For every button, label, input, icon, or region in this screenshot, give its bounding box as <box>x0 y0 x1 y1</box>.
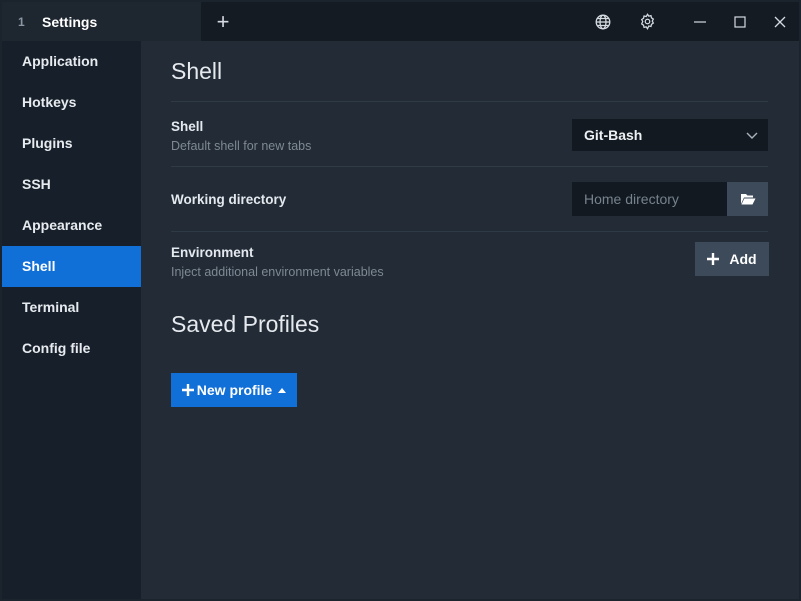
sidebar-item-config-file[interactable]: Config file <box>2 328 141 369</box>
shell-label: Shell <box>171 119 204 134</box>
shell-select[interactable]: Git-Bash <box>572 119 768 151</box>
shell-select-value: Git-Bash <box>584 127 643 143</box>
page-title: Shell <box>171 58 223 84</box>
new-profile-label: New profile <box>196 382 273 398</box>
maximize-icon <box>734 15 746 28</box>
sidebar-item-terminal[interactable]: Terminal <box>2 287 141 328</box>
close-icon <box>774 16 786 27</box>
new-profile-button[interactable]: New profile <box>171 373 297 407</box>
sidebar-item-plugins[interactable]: Plugins <box>2 123 141 164</box>
settings-button[interactable] <box>632 2 662 41</box>
title-bar: 1 Settings + <box>2 2 799 41</box>
caret-up-icon <box>278 387 287 393</box>
settings-content: Shell Shell Default shell for new tabs G… <box>141 41 799 599</box>
working-directory-input[interactable] <box>572 182 727 216</box>
maximize-button[interactable] <box>725 2 755 41</box>
divider <box>171 231 768 232</box>
divider <box>171 166 768 167</box>
plus-icon <box>181 380 194 400</box>
divider <box>171 101 768 102</box>
sidebar-item-appearance[interactable]: Appearance <box>2 205 141 246</box>
globe-button[interactable] <box>588 2 618 41</box>
minimize-button[interactable] <box>685 2 715 41</box>
tab-title: Settings <box>42 13 98 30</box>
close-button[interactable] <box>765 2 795 41</box>
globe-icon <box>595 14 611 29</box>
plus-icon <box>707 249 720 269</box>
saved-profiles-title: Saved Profiles <box>171 311 320 337</box>
sidebar-item-application[interactable]: Application <box>2 41 141 82</box>
minimize-icon <box>694 20 706 23</box>
environment-label: Environment <box>171 245 254 260</box>
environment-description: Inject additional environment variables <box>171 265 384 279</box>
folder-open-icon <box>740 194 755 205</box>
chevron-down-icon <box>746 132 758 139</box>
sidebar-item-shell[interactable]: Shell <box>2 246 141 287</box>
new-tab-button[interactable]: + <box>201 2 245 41</box>
settings-window: 1 Settings + Application Hotkeys Plugins… <box>2 2 799 599</box>
add-environment-button[interactable]: Add <box>695 242 769 276</box>
shell-description: Default shell for new tabs <box>171 139 312 153</box>
gear-icon <box>640 13 654 30</box>
tab-index: 1 <box>18 14 25 29</box>
sidebar-item-ssh[interactable]: SSH <box>2 164 141 205</box>
plus-icon: + <box>216 8 230 34</box>
browse-folder-button[interactable] <box>727 182 768 216</box>
sidebar: Application Hotkeys Plugins SSH Appearan… <box>2 41 141 599</box>
tab-settings[interactable]: 1 Settings <box>2 2 201 41</box>
add-button-label: Add <box>729 251 757 267</box>
sidebar-item-hotkeys[interactable]: Hotkeys <box>2 82 141 123</box>
working-directory-label: Working directory <box>171 192 287 207</box>
